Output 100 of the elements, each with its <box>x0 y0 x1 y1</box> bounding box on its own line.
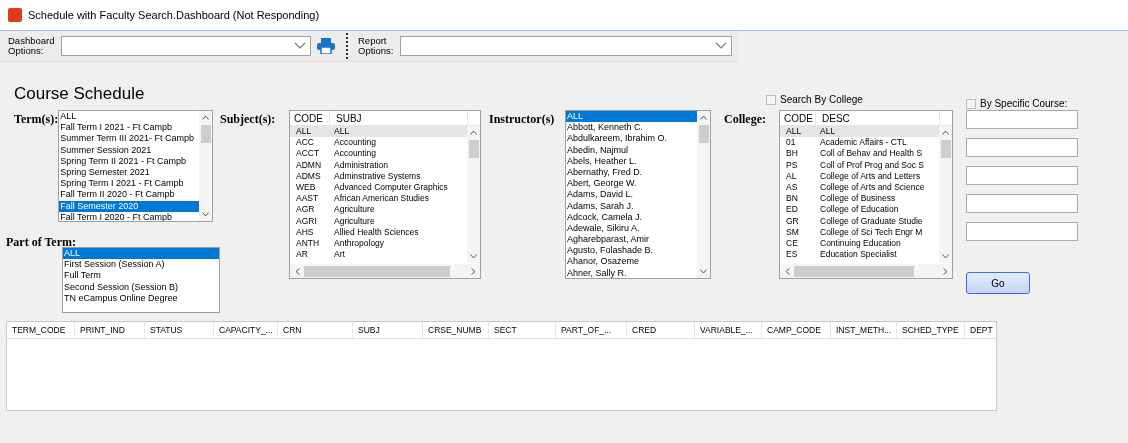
list-item[interactable]: Spring Term II 2021 - Ft Campb <box>59 155 200 167</box>
list-row[interactable]: ANTH Anthropology <box>290 237 467 250</box>
checkbox[interactable] <box>966 98 976 109</box>
list-item[interactable]: Agharebparast, Amir <box>566 234 697 246</box>
input-field[interactable] <box>966 222 1078 241</box>
column-header[interactable]: INST_METH... <box>831 322 897 338</box>
column-header[interactable]: CODE <box>780 111 816 125</box>
column-header[interactable]: DESC <box>816 111 940 125</box>
list-item[interactable]: Spring Semester 2021 <box>59 166 200 179</box>
list-row[interactable]: CE Continuing Education <box>780 237 939 250</box>
list-item[interactable]: TN eCampus Online Degree <box>63 292 219 304</box>
list-box[interactable]: ALL First Session (Session A) Full Term Second Session (Session B) TN eCampus Online Degree <box>62 247 220 313</box>
column-header[interactable]: DEPT <box>965 322 996 338</box>
input-field[interactable] <box>966 138 1078 157</box>
scrollbar-thumb[interactable] <box>304 265 450 277</box>
list-row[interactable]: ES Education Specialist <box>780 249 939 261</box>
column-header[interactable]: CRN <box>278 322 353 338</box>
list-row[interactable]: ED College of Education <box>780 204 939 216</box>
column-header[interactable]: CODE <box>290 111 330 125</box>
column-header[interactable]: CAPACITY_... <box>214 322 278 338</box>
dropdown[interactable] <box>400 36 732 56</box>
column-header[interactable]: TERM_CODE <box>7 322 75 338</box>
list-item[interactable]: First Session (Session A) <box>63 259 219 271</box>
list-cell-text: AS <box>785 181 799 194</box>
list-item[interactable]: Fall Term I 2021 - Ft Campb <box>59 122 200 134</box>
list-item[interactable]: Second Session (Session B) <box>63 281 219 293</box>
list-item[interactable]: Adams, Sarah J. <box>566 200 697 212</box>
list-item[interactable]: Adewale, Sikiru A. <box>566 222 697 235</box>
list-row[interactable]: AS College of Arts and Science <box>780 181 939 194</box>
list-item[interactable]: Summer Term III 2021- Ft Campb <box>59 133 200 145</box>
list-item[interactable]: Ahner, Sally R. <box>566 267 697 278</box>
list-item[interactable]: Fall Term II 2020 - Ft Campb <box>59 189 200 201</box>
column-header[interactable]: SUBJ <box>353 322 423 338</box>
list-box[interactable] <box>565 110 711 279</box>
list-row[interactable]: WEB Advanced Computer Graphics <box>290 181 467 194</box>
list-row[interactable]: ADMN Administration <box>290 159 467 171</box>
column-header[interactable]: CRED <box>627 322 695 338</box>
list-row[interactable]: AL College of Arts and Letters <box>780 170 939 182</box>
column-header[interactable]: STATUS <box>145 322 214 338</box>
printer-icon[interactable] <box>317 38 335 54</box>
list-row[interactable]: ACC Accounting <box>290 137 467 149</box>
scrollbar-thumb[interactable] <box>200 125 211 143</box>
field-label: Instructor(s) <box>489 111 556 128</box>
list-item[interactable]: ALL <box>63 248 219 260</box>
input-field[interactable] <box>966 194 1078 213</box>
list-row[interactable]: SM College of Sci Tech Engr M <box>780 226 939 238</box>
list-row[interactable]: AR Art <box>290 249 467 261</box>
list-row[interactable]: AGR Agriculture <box>290 204 467 216</box>
list-row[interactable]: AGRI Agriculture <box>290 215 467 227</box>
list-item[interactable]: Fall Term I 2020 - Ft Campb <box>59 211 200 221</box>
list-item[interactable]: Adcock, Camela J. <box>566 211 697 223</box>
list-cell-text: Agriculture <box>333 204 375 216</box>
column-header[interactable]: SUBJ <box>330 111 468 125</box>
dropdown[interactable] <box>61 36 311 56</box>
list-row[interactable]: ADMS Adminstrative Systems <box>290 170 467 182</box>
list-item[interactable]: Ahanor, Osazeme <box>566 256 697 268</box>
list-box[interactable] <box>289 110 481 279</box>
list-item[interactable]: Abels, Heather L. <box>566 155 697 167</box>
input-field[interactable] <box>966 166 1078 185</box>
list-item[interactable]: Abernathy, Fred D. <box>566 166 697 179</box>
list-box[interactable] <box>779 110 953 279</box>
list-item[interactable]: ALL <box>566 111 697 123</box>
column-header[interactable]: PART_OF_... <box>556 322 627 338</box>
list-item[interactable]: Adams, David L. <box>566 189 697 201</box>
scrollbar-thumb[interactable] <box>940 140 951 158</box>
column-header[interactable]: VARIABLE_... <box>695 322 762 338</box>
checkbox[interactable] <box>766 94 776 105</box>
list-cell-text: College of Education <box>819 204 899 216</box>
list-row[interactable]: ALL ALL <box>780 126 939 138</box>
go-button[interactable]: Go <box>966 272 1030 294</box>
column-header[interactable]: SECT <box>489 322 556 338</box>
list-row[interactable]: BH Coll of Behav and Health S <box>780 148 939 160</box>
list-item[interactable]: Full Term <box>63 270 219 282</box>
list-row[interactable]: 01 Academic Affairs - CTL <box>780 137 939 149</box>
list-row[interactable]: ACCT Accounting <box>290 148 467 160</box>
list-item[interactable]: Summer Session 2021 <box>59 144 200 156</box>
input-field[interactable] <box>966 110 1078 129</box>
scrollbar-thumb[interactable] <box>468 140 479 158</box>
list-item[interactable]: Spring Term I 2021 - Ft Campb <box>59 178 200 190</box>
scrollbar-thumb[interactable] <box>698 125 709 143</box>
column-header[interactable]: SCHED_TYPE <box>897 322 965 338</box>
list-row[interactable]: ALL ALL <box>290 126 467 138</box>
list-item[interactable]: ALL <box>59 111 200 123</box>
scrollbar-thumb[interactable] <box>794 265 914 277</box>
list-cell-text: AR <box>295 249 309 261</box>
column-header[interactable]: CRSE_NUMB <box>423 322 489 338</box>
list-row[interactable]: PS Coll of Prof Prog and Soc S <box>780 159 939 171</box>
list-item[interactable]: Abdulkareem, Ibrahim O. <box>566 133 697 145</box>
list-item[interactable]: Agusto, Folashade B. <box>566 245 697 257</box>
list-item[interactable]: Abedin, Najmul <box>566 144 697 156</box>
list-item[interactable]: Abert, George W. <box>566 178 697 190</box>
column-header[interactable]: CAMP_CODE <box>762 322 831 338</box>
list-row[interactable]: GR College of Graduate Studie <box>780 215 939 227</box>
column-header[interactable]: PRINT_IND <box>75 322 145 338</box>
list-row[interactable]: BN College of Business <box>780 193 939 205</box>
list-box[interactable] <box>58 110 214 222</box>
list-item[interactable]: Abbott, Kenneth C. <box>566 122 697 134</box>
list-item[interactable]: Fall Semester 2020 <box>59 200 200 212</box>
list-row[interactable]: AAST African American Studies <box>290 193 467 205</box>
list-row[interactable]: AHS Allied Health Sciences <box>290 226 467 238</box>
